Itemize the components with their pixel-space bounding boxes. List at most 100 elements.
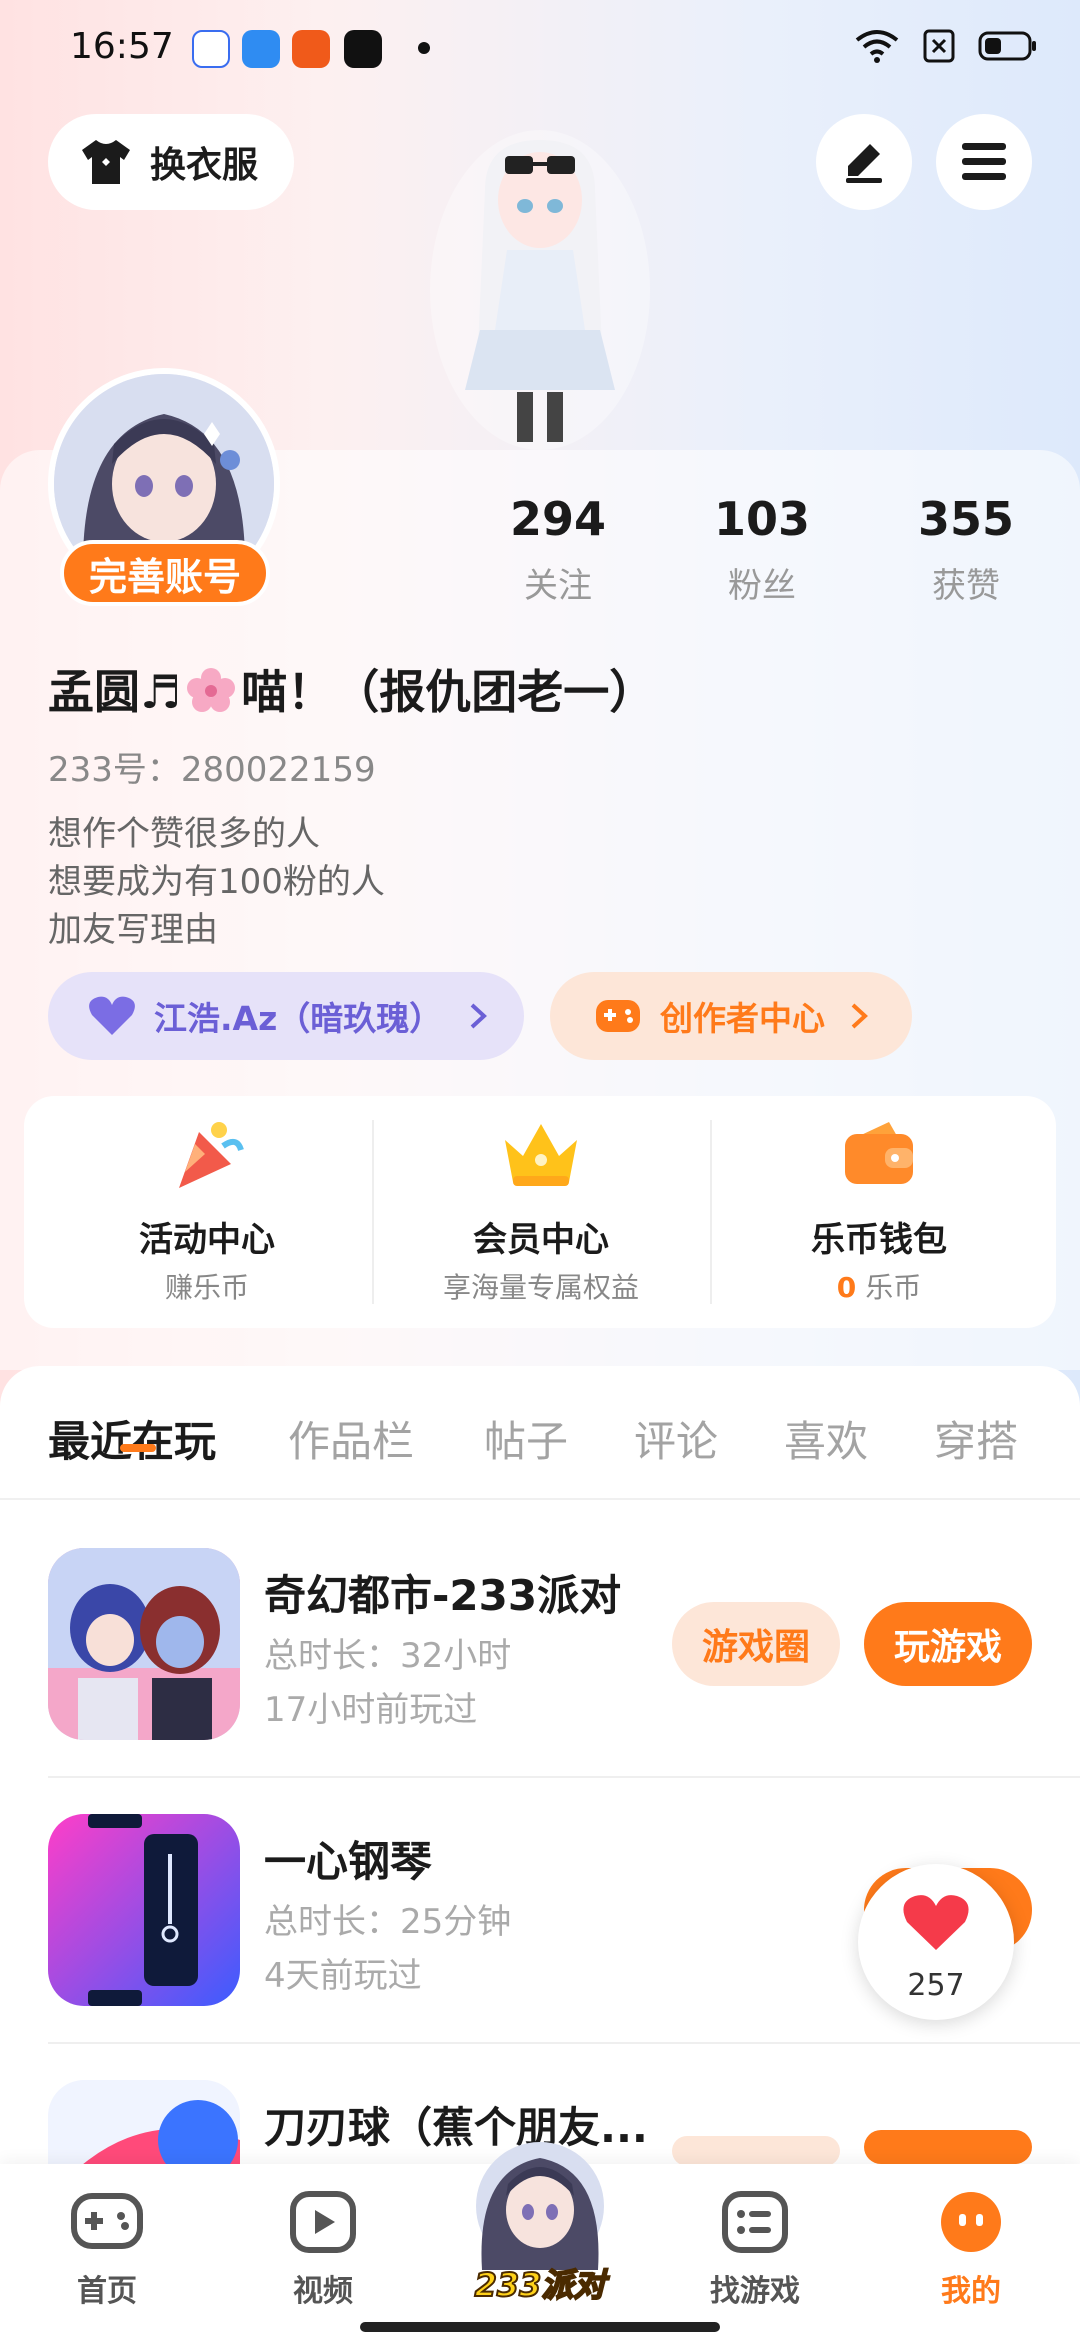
heart-icon xyxy=(89,996,135,1035)
browser-app-icon xyxy=(242,30,280,68)
menu-button[interactable] xyxy=(936,114,1032,210)
shirt-icon xyxy=(82,140,130,184)
nickname-part1: 孟圆♬ xyxy=(48,665,182,719)
wallet-subtitle: 0 乐币 xyxy=(714,1266,1044,1306)
nav-party[interactable]: 233派对 xyxy=(468,2140,612,2310)
nav-video-label: 视频 xyxy=(293,2274,353,2309)
stat-following[interactable]: 294 关注 xyxy=(478,492,638,607)
game-circle-button[interactable] xyxy=(672,2136,840,2166)
partner-tag-label: 江浩.Az（暗玖瑰） xyxy=(154,999,443,1038)
tab-likes[interactable]: 喜欢 xyxy=(784,1408,868,1469)
weibo-app-icon xyxy=(292,30,330,68)
user-id: 233号：280022159 xyxy=(48,750,376,790)
activity-center-item[interactable]: 活动中心 赚乐币 xyxy=(42,1096,372,1328)
vip-center-subtitle: 享海量专属权益 xyxy=(442,1271,639,1304)
vip-center-title: 会员中心 xyxy=(473,1220,609,1260)
notification-dot-icon xyxy=(418,42,430,54)
divider xyxy=(48,1776,1080,1778)
quick-links: 活动中心 赚乐币 会员中心 享海量专属权益 乐币钱包 0 乐币 xyxy=(24,1096,1056,1328)
gamepad-icon xyxy=(596,1000,640,1032)
divider xyxy=(372,1120,374,1304)
nav-home-label: 首页 xyxy=(77,2274,137,2309)
wallet-item[interactable]: 乐币钱包 0 乐币 xyxy=(714,1096,1044,1328)
like-count: 257 xyxy=(907,1968,965,2003)
stat-likes-value: 355 xyxy=(917,492,1015,546)
stat-fans-label: 粉丝 xyxy=(728,566,796,606)
pen-icon xyxy=(846,144,882,183)
change-clothes-button[interactable]: 换衣服 xyxy=(48,114,294,210)
profile-tabs: 最近在玩 作品栏 帖子 评论 喜欢 穿搭 xyxy=(0,1390,1080,1500)
home-indicator[interactable] xyxy=(360,2322,720,2332)
avatar-3d-figure[interactable] xyxy=(425,130,655,450)
nickname-part2: 喵！（报仇团老一） xyxy=(241,665,656,719)
creator-center-label: 创作者中心 xyxy=(660,999,825,1038)
nav-party-label: 233派对 xyxy=(474,2265,607,2305)
bio-line: 加友写理由 xyxy=(48,910,218,950)
edit-profile-button[interactable] xyxy=(816,114,912,210)
tab-works[interactable]: 作品栏 xyxy=(288,1408,414,1469)
tab-outfits[interactable]: 穿搭 xyxy=(934,1408,1018,1469)
wifi-icon xyxy=(855,30,899,63)
battery-icon xyxy=(978,31,1036,61)
divider xyxy=(0,1498,1080,1500)
stat-likes-label: 获赞 xyxy=(932,566,1000,606)
nav-home[interactable]: 首页 xyxy=(42,2190,172,2310)
play-game-button[interactable]: 玩游戏 xyxy=(864,1602,1032,1686)
game-duration: 总时长：25分钟 xyxy=(264,1902,512,1942)
tiktok-app-icon xyxy=(344,30,382,68)
party-avatar-icon xyxy=(476,2142,604,2270)
floating-like-button[interactable]: 257 xyxy=(858,1864,1014,2020)
tab-posts[interactable]: 帖子 xyxy=(484,1408,568,1469)
list-icon xyxy=(722,2191,788,2253)
bio-line: 想要成为有100粉的人 xyxy=(48,862,385,902)
wallet-balance: 0 xyxy=(836,1271,857,1304)
status-icons xyxy=(854,28,1038,64)
game-icon xyxy=(48,1814,240,2006)
partner-tag[interactable]: 江浩.Az（暗玖瑰） xyxy=(48,972,524,1060)
divider xyxy=(710,1120,712,1304)
nav-video[interactable]: 视频 xyxy=(258,2190,388,2310)
vip-center-item[interactable]: 会员中心 享海量专属权益 xyxy=(376,1096,706,1328)
nav-find-games[interactable]: 找游戏 xyxy=(690,2190,820,2310)
game-name: 奇幻都市-233派对 xyxy=(264,1571,622,1620)
tab-indicator xyxy=(120,1444,156,1452)
chevron-right-icon xyxy=(851,1003,868,1029)
video-play-icon xyxy=(290,2191,356,2253)
heart-icon xyxy=(903,1895,969,1950)
divider xyxy=(48,2042,1080,2044)
profile-face-icon xyxy=(941,2192,1001,2252)
game-circle-button[interactable]: 游戏圈 xyxy=(672,1602,840,1686)
game-item[interactable]: 奇幻都市-233派对 总时长：32小时 17小时前玩过 游戏圈 玩游戏 xyxy=(0,1548,1080,1814)
stat-following-label: 关注 xyxy=(524,566,592,606)
nav-me-label: 我的 xyxy=(941,2274,1001,2309)
stat-likes[interactable]: 355 获赞 xyxy=(886,492,1046,607)
stat-fans[interactable]: 103 粉丝 xyxy=(682,492,842,607)
status-time: 16:57 xyxy=(70,26,174,67)
game-duration: 总时长：32小时 xyxy=(264,1636,512,1676)
gamepad-icon xyxy=(71,2193,143,2249)
chevron-right-icon xyxy=(470,1003,488,1029)
game-last-played: 17小时前玩过 xyxy=(264,1690,478,1730)
crown-icon xyxy=(505,1124,577,1186)
nickname: 孟圆♬ 喵！（报仇团老一） xyxy=(48,656,655,722)
stat-following-value: 294 xyxy=(509,492,607,546)
activity-center-subtitle: 赚乐币 xyxy=(164,1271,249,1304)
stat-fans-value: 103 xyxy=(713,492,811,546)
menu-icon xyxy=(962,143,1006,180)
status-bar: 16:57 xyxy=(0,0,1080,96)
complete-account-button[interactable]: 完善账号 xyxy=(60,540,270,606)
cherry-blossom-icon xyxy=(187,668,236,712)
creator-center-tag[interactable]: 创作者中心 xyxy=(550,972,912,1060)
tab-recently-played[interactable]: 最近在玩 xyxy=(48,1408,216,1469)
no-sim-icon xyxy=(923,29,955,63)
game-icon xyxy=(48,1548,240,1740)
nav-find-games-label: 找游戏 xyxy=(710,2274,800,2309)
activity-center-title: 活动中心 xyxy=(139,1220,275,1260)
game-last-played: 4天前玩过 xyxy=(264,1956,422,1996)
tab-comments[interactable]: 评论 xyxy=(634,1408,718,1469)
game-icon xyxy=(48,2080,240,2164)
nav-me[interactable]: 我的 xyxy=(906,2190,1036,2310)
party-popper-icon xyxy=(179,1122,244,1188)
baidu-app-icon xyxy=(192,30,230,68)
play-game-button[interactable] xyxy=(864,2130,1032,2164)
